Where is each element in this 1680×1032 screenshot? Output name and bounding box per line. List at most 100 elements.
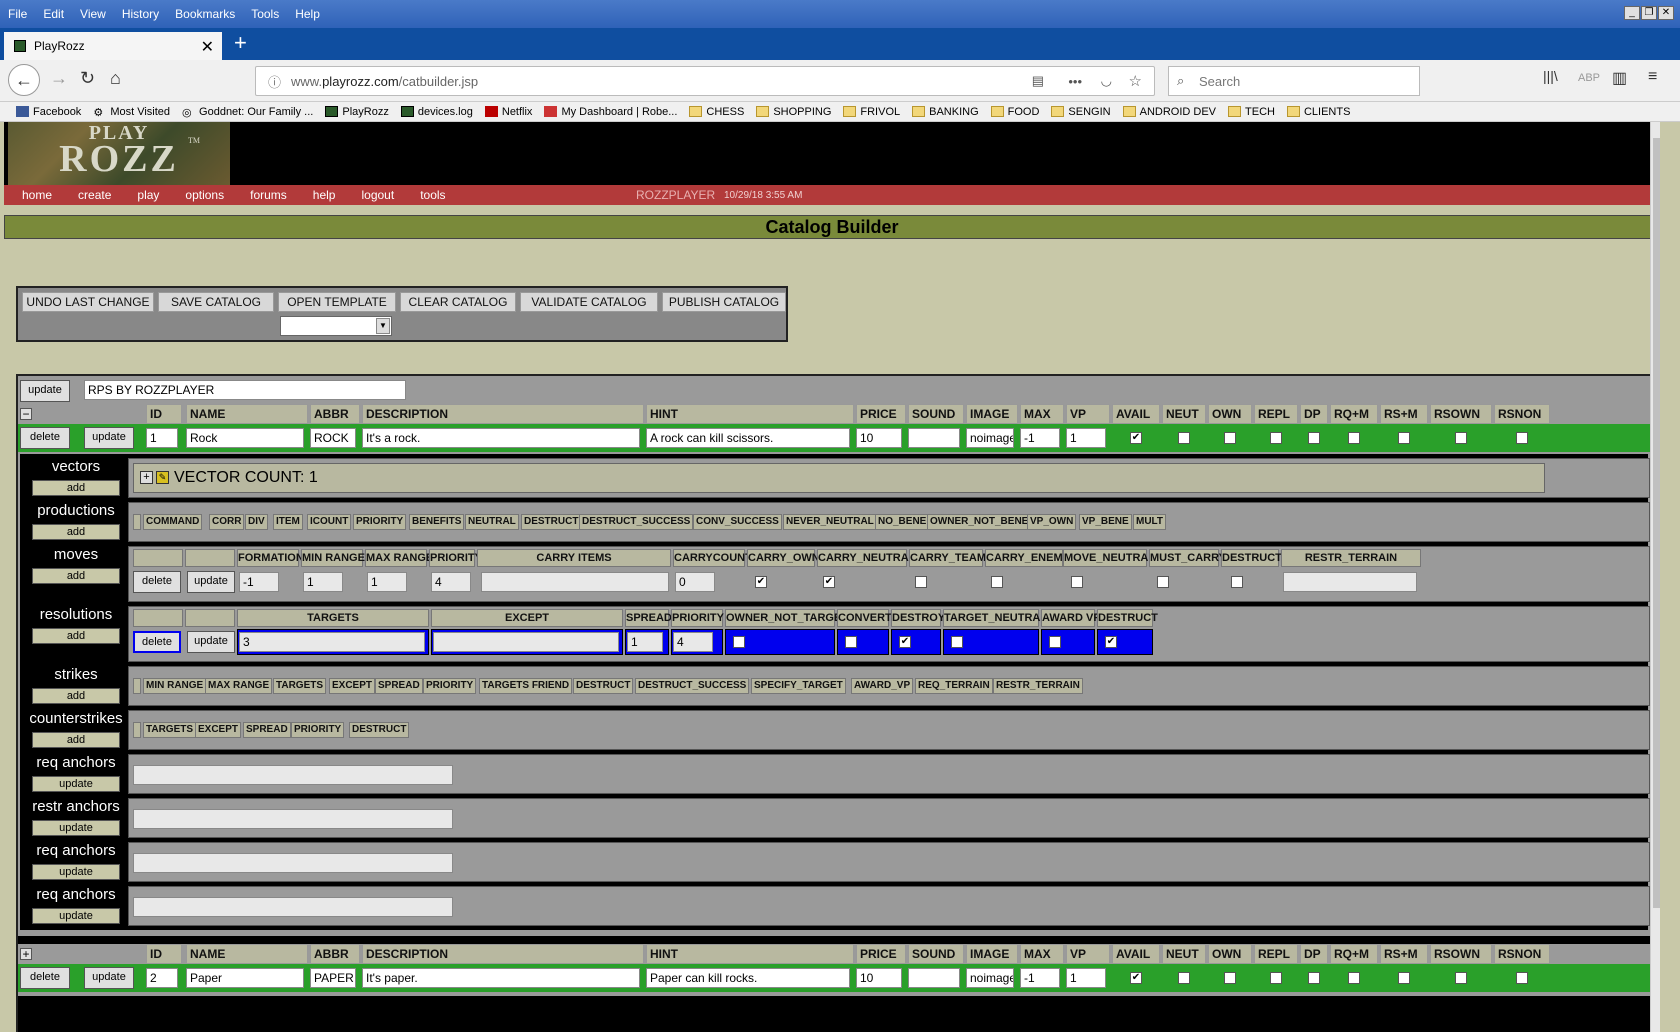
hamburger-menu-icon[interactable]: ≡ [1648, 68, 1657, 86]
move-neutral-checkbox[interactable] [1071, 576, 1083, 588]
close-tab-icon[interactable]: ✕ [201, 37, 214, 57]
info-icon[interactable]: ⓘ [268, 72, 281, 91]
library-icon[interactable]: |||\ [1543, 68, 1558, 84]
resolutions-update-button[interactable]: update [187, 631, 235, 653]
item-price-input[interactable]: 10 [856, 428, 902, 448]
close-window-icon[interactable]: ✕ [1658, 6, 1674, 20]
restr-terrain-input[interactable] [1283, 572, 1417, 592]
strikes-add-button[interactable]: add [32, 688, 120, 704]
restr-anchors-input[interactable] [133, 809, 453, 829]
item-hint-input[interactable]: A rock can kill scissors. [646, 428, 850, 448]
catalog-name-input[interactable]: RPS BY ROZZPLAYER [84, 380, 406, 400]
playrozz-logo[interactable]: PLAY ROZZ TM [8, 122, 230, 185]
item-name-input[interactable]: Paper [186, 968, 304, 988]
bookmark-android-dev[interactable]: ANDROID DEV [1122, 106, 1216, 118]
productions-add-button[interactable]: add [32, 524, 120, 540]
item-rsnon-checkbox[interactable] [1516, 432, 1528, 444]
destruct-checkbox[interactable]: ✔ [1105, 636, 1117, 648]
pocket-icon[interactable]: ◡ [1101, 73, 1112, 89]
bookmark-netflix[interactable]: Netflix [484, 106, 532, 118]
nav-home[interactable]: home [4, 188, 65, 202]
item-avail-checkbox[interactable]: ✔ [1130, 972, 1142, 984]
bookmark-dashboard[interactable]: My Dashboard | Robe... [544, 106, 677, 118]
targets-input[interactable]: 3 [239, 632, 425, 652]
undo-last-change-button[interactable]: UNDO LAST CHANGE [22, 292, 154, 312]
destroy-checkbox[interactable]: ✔ [899, 636, 911, 648]
url-bar[interactable]: ⓘ www. playrozz.com/catbuilder.jsp ▤ ••• … [255, 66, 1155, 96]
drag-handle-icon[interactable] [133, 678, 141, 694]
item-image-input[interactable]: noimage [966, 428, 1014, 448]
item-image-input[interactable]: noimage [966, 968, 1014, 988]
item-name-input[interactable]: Rock [186, 428, 304, 448]
moves-delete-button[interactable]: delete [133, 571, 181, 593]
counterstrikes-add-button[interactable]: add [32, 732, 120, 748]
item-neut-checkbox[interactable] [1178, 972, 1190, 984]
expand-vector-icon[interactable]: + [140, 471, 153, 484]
nav-play[interactable]: play [124, 188, 172, 202]
home-icon[interactable]: ⌂ [110, 68, 121, 89]
item-rs-m-checkbox[interactable] [1398, 972, 1410, 984]
restr-anchors-update-button[interactable]: update [32, 820, 120, 836]
item-sound-input[interactable] [908, 968, 960, 988]
item-abbr-input[interactable]: PAPER [310, 968, 356, 988]
bookmark-most-visited[interactable]: ⚙ Most Visited [93, 106, 170, 120]
search-input[interactable]: ⌕ Search [1168, 66, 1420, 96]
restore-icon[interactable]: ❐ [1641, 6, 1657, 20]
page-actions-icon[interactable]: ••• [1068, 74, 1082, 89]
menu-help[interactable]: Help [287, 7, 328, 21]
bookmark-banking[interactable]: BANKING [912, 106, 979, 118]
open-template-button[interactable]: OPEN TEMPLATE [278, 292, 396, 312]
resolutions-delete-button[interactable]: delete [133, 631, 181, 653]
item-abbr-input[interactable]: ROCK [310, 428, 356, 448]
must-carry-checkbox[interactable] [1157, 576, 1169, 588]
bookmark-clients[interactable]: CLIENTS [1286, 106, 1350, 118]
delete-item-button[interactable]: delete [20, 427, 70, 449]
item-avail-checkbox[interactable]: ✔ [1130, 432, 1142, 444]
item-rs-m-checkbox[interactable] [1398, 432, 1410, 444]
validate-catalog-button[interactable]: VALIDATE CATALOG [520, 292, 658, 312]
max-range-input[interactable]: 1 [367, 572, 407, 592]
owner-not-target-checkbox[interactable] [733, 636, 745, 648]
req-anchors-input[interactable] [133, 897, 453, 917]
reload-icon[interactable]: ↻ [80, 68, 95, 89]
item-id-input[interactable]: 1 [146, 428, 178, 448]
priority-input[interactable]: 4 [673, 632, 713, 652]
reader-view-icon[interactable]: ▤ [1032, 73, 1044, 89]
scroll-thumb[interactable] [1653, 138, 1660, 908]
req-anchors-update-button[interactable]: update [32, 864, 120, 880]
moves-add-button[interactable]: add [32, 568, 120, 584]
item-vp-input[interactable]: 1 [1066, 968, 1106, 988]
drag-handle-icon[interactable] [133, 514, 141, 530]
bookmark-food[interactable]: FOOD [990, 106, 1039, 118]
update-item-button[interactable]: update [84, 967, 134, 989]
req-anchors-input[interactable] [133, 853, 453, 873]
item-rsown-checkbox[interactable] [1455, 972, 1467, 984]
vectors-add-button[interactable]: add [32, 480, 120, 496]
bookmark-tech[interactable]: TECH [1228, 106, 1275, 118]
bookmark-chess[interactable]: CHESS [689, 106, 744, 118]
save-catalog-button[interactable]: SAVE CATALOG [158, 292, 274, 312]
nav-options[interactable]: options [172, 188, 237, 202]
edit-vector-icon[interactable]: ✎ [156, 471, 169, 484]
req-anchors-input[interactable] [133, 765, 453, 785]
nav-help[interactable]: help [300, 188, 349, 202]
carry-neutral-checkbox[interactable]: ✔ [823, 576, 835, 588]
req-anchors-update-button[interactable]: update [32, 776, 120, 792]
carrycount-input[interactable]: 0 [675, 572, 715, 592]
item-max-input[interactable]: -1 [1020, 968, 1060, 988]
catalog-update-button[interactable]: update [20, 380, 70, 402]
nav-logout[interactable]: logout [348, 188, 407, 202]
page-scrollbar[interactable] [1650, 122, 1660, 1032]
item-sound-input[interactable] [908, 428, 960, 448]
item-description-input[interactable]: It's paper. [362, 968, 640, 988]
item-price-input[interactable]: 10 [856, 968, 902, 988]
item-repl-checkbox[interactable] [1270, 972, 1282, 984]
bookmark-sengin[interactable]: SENGIN [1051, 106, 1111, 118]
bookmark-frivol[interactable]: FRIVOL [843, 106, 900, 118]
item-dp-checkbox[interactable] [1308, 972, 1320, 984]
update-item-button[interactable]: update [84, 427, 134, 449]
item-hint-input[interactable]: Paper can kill rocks. [646, 968, 850, 988]
item-max-input[interactable]: -1 [1020, 428, 1060, 448]
item-rsown-checkbox[interactable] [1455, 432, 1467, 444]
clear-catalog-button[interactable]: CLEAR CATALOG [400, 292, 516, 312]
